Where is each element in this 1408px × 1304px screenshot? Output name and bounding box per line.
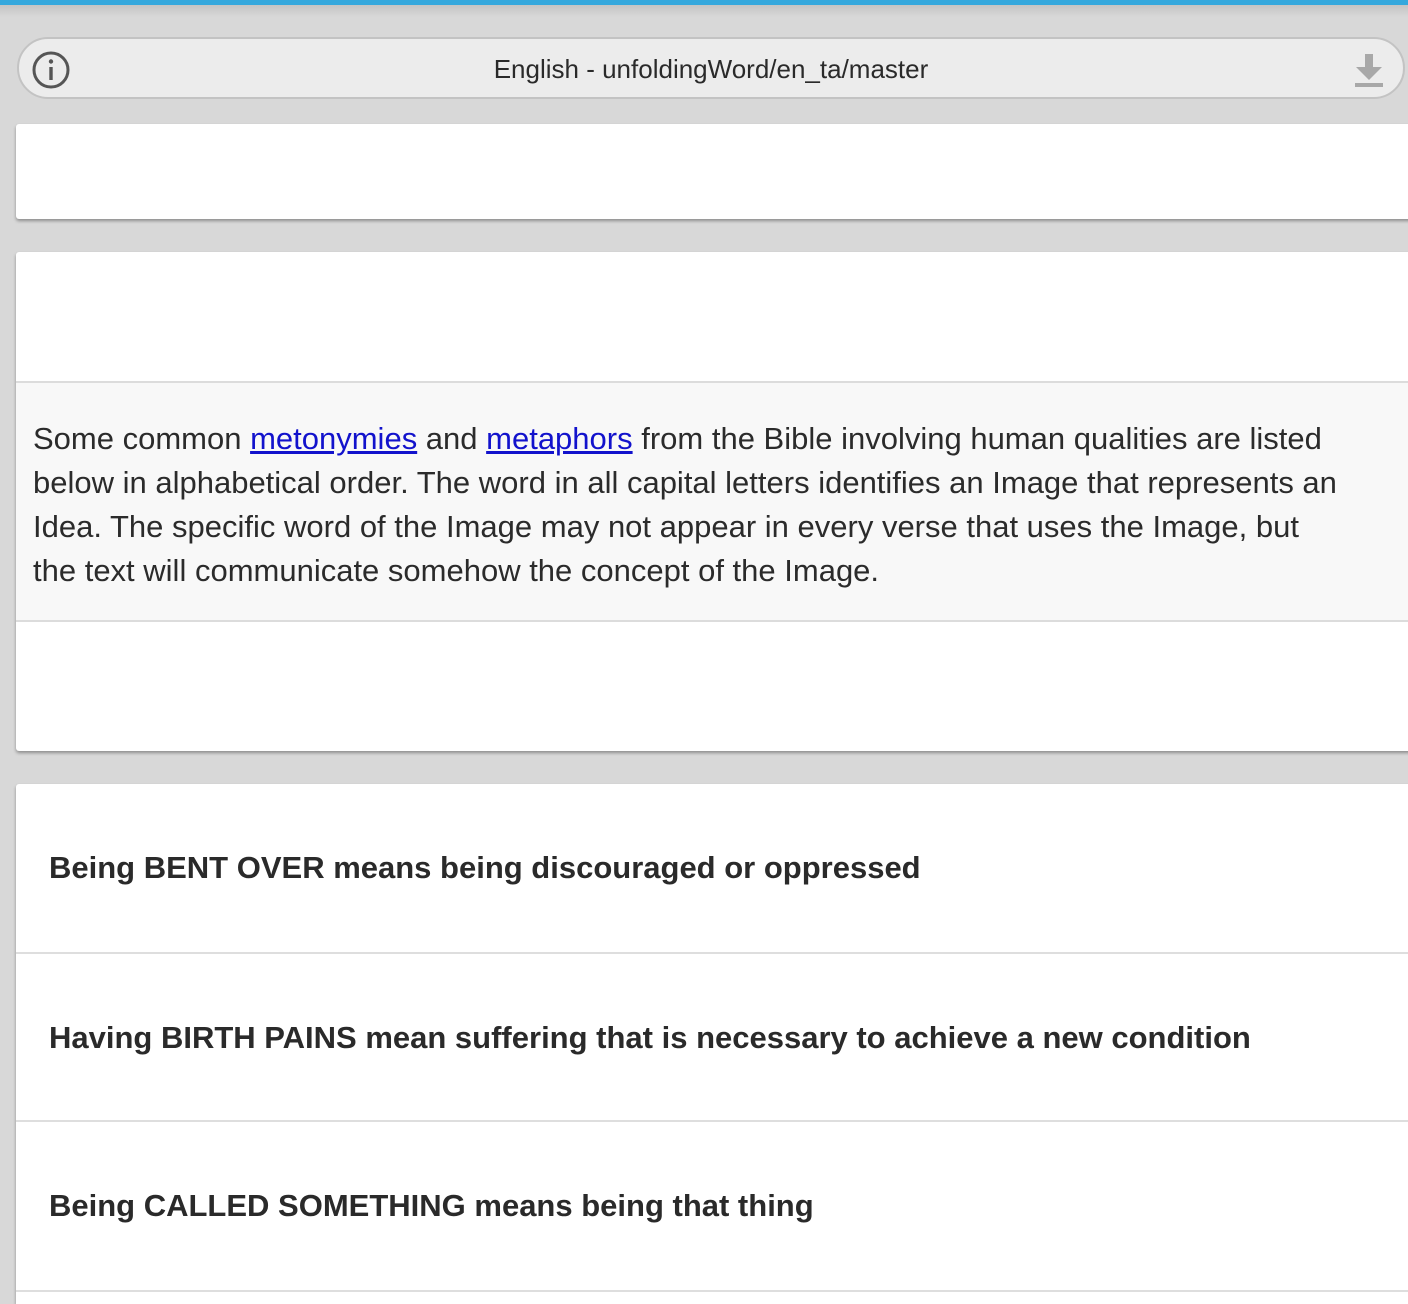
intro-text-part: and: [417, 421, 487, 456]
intro-text-line: Idea. The specific word of the Image may…: [33, 509, 1299, 544]
list-item[interactable]: Having BIRTH PAINS mean suffering that i…: [16, 954, 1408, 1122]
list-item-heading: Being BENT OVER means being discouraged …: [49, 850, 921, 885]
download-button[interactable]: [1349, 50, 1389, 90]
intro-text-part: from the Bible involving human qualities…: [632, 421, 1322, 456]
intro-text-line: below in alphabetical order. The word in…: [33, 465, 1337, 500]
top-shadow: [0, 5, 1408, 17]
empty-card: [16, 124, 1408, 219]
resource-title-bar: English - unfoldingWord/en_ta/master: [17, 37, 1405, 99]
info-button[interactable]: [31, 50, 71, 90]
article-intro-card: Some common metonymies and metaphors fro…: [16, 252, 1408, 751]
list-item[interactable]: Being CALLED SOMETHING means being that …: [16, 1122, 1408, 1292]
metaphors-link[interactable]: metaphors: [486, 421, 632, 456]
topics-list: Being BENT OVER means being discouraged …: [16, 784, 1408, 1304]
list-item-heading: Having BIRTH PAINS mean suffering that i…: [49, 1020, 1251, 1055]
intro-section: Some common metonymies and metaphors fro…: [16, 381, 1408, 622]
info-circle-icon: [32, 51, 70, 89]
intro-text-line: the text will communicate somehow the co…: [33, 553, 880, 588]
list-item[interactable]: Being BENT OVER means being discouraged …: [16, 784, 1408, 954]
metonymies-link[interactable]: metonymies: [250, 421, 417, 456]
resource-title: English - unfoldingWord/en_ta/master: [493, 54, 929, 84]
list-item-heading: Being CALLED SOMETHING means being that …: [49, 1188, 814, 1223]
intro-text-part: Some common: [33, 421, 251, 456]
download-icon: [1355, 54, 1383, 87]
intro-paragraph: Some common metonymies and metaphors fro…: [33, 417, 1408, 593]
